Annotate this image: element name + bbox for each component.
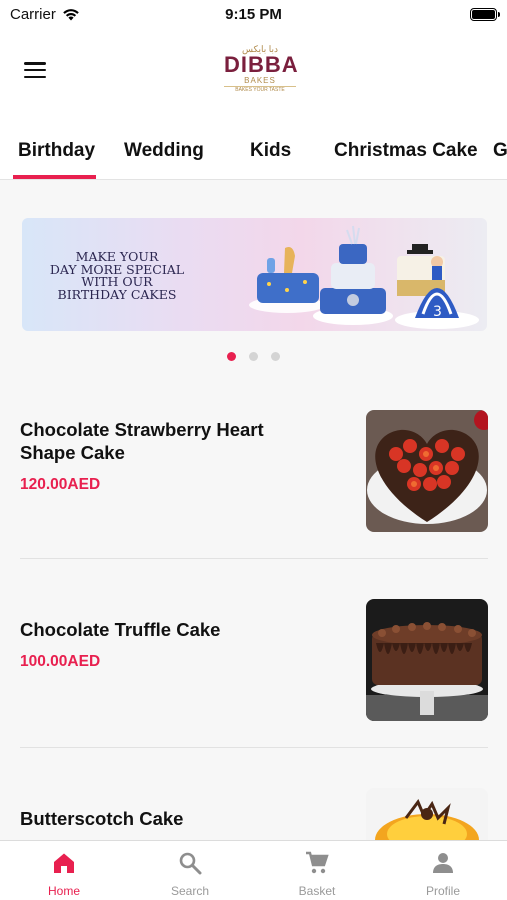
home-icon [54,853,74,873]
list-divider [20,747,488,748]
tab-wedding[interactable]: Wedding [124,140,204,162]
product-card[interactable]: Chocolate Truffle Cake 100.00AED [20,599,488,721]
nav-label: Home [47,884,80,898]
clock: 9:15 PM [225,6,282,23]
product-price: 120.00AED [20,476,101,493]
nav-label: Search [170,884,210,898]
logo-sub: BAKES [244,76,276,85]
bottom-nav: Home Search Basket Profile [0,840,507,900]
tab-kids[interactable]: Kids [250,140,291,162]
product-name: Butterscotch Cake [20,808,184,829]
logo-brand: DIBBA [224,52,299,77]
nav-label: Profile [425,884,460,898]
pagination-dot-active[interactable] [227,352,236,361]
search-icon [179,852,202,875]
product-name: Chocolate Truffle Cake [20,619,221,640]
nav-basket[interactable]: Basket [254,841,380,900]
logo-tagline: BAKES YOUR TASTE [224,86,296,94]
product-name: Chocolate Strawberry Heart Shape Cake [20,419,264,463]
status-bar: Carrier 9:15 PM [0,0,507,30]
birthday-cakes-image: 3 [249,225,479,329]
nav-profile[interactable]: Profile [380,841,506,900]
active-tab-indicator [13,175,96,179]
app-header: دبا بايكس DIBBA BAKES BAKES YOUR TASTE [0,30,507,120]
dibba-bakes-logo[interactable]: دبا بايكس DIBBA BAKES BAKES YOUR TASTE [224,44,299,98]
person-icon [433,853,453,873]
banner-line: BIRTHDAY CAKES [57,286,177,302]
banner-text: MAKE YOUR DAY MORE SPECIAL WITH OUR BIRT… [42,250,192,302]
product-image [366,599,488,721]
list-divider [20,558,488,559]
battery-icon [470,8,500,21]
tab-birthday[interactable]: Birthday [18,140,95,162]
nav-label: Basket [298,884,336,898]
promo-banner[interactable]: MAKE YOUR DAY MORE SPECIAL WITH OUR BIRT… [22,218,487,331]
product-image [366,410,488,532]
nav-search[interactable]: Search [127,841,253,900]
pagination-dot[interactable] [249,352,258,361]
hamburger-menu-icon[interactable] [24,62,46,78]
pagination-dot[interactable] [271,352,280,361]
category-tabs: Birthday Wedding Kids Christmas Cake Gr [0,120,507,180]
cart-icon [306,851,329,874]
product-price: 100.00AED [20,653,101,670]
nav-home[interactable]: Home [1,841,127,900]
product-card[interactable]: Chocolate Strawberry Heart Shape Cake 12… [20,410,488,532]
tab-christmas-cake[interactable]: Christmas Cake [334,140,478,162]
tab-partial[interactable]: Gr [493,140,507,162]
svg-text:3: 3 [433,304,442,320]
banner-pagination [0,352,507,362]
